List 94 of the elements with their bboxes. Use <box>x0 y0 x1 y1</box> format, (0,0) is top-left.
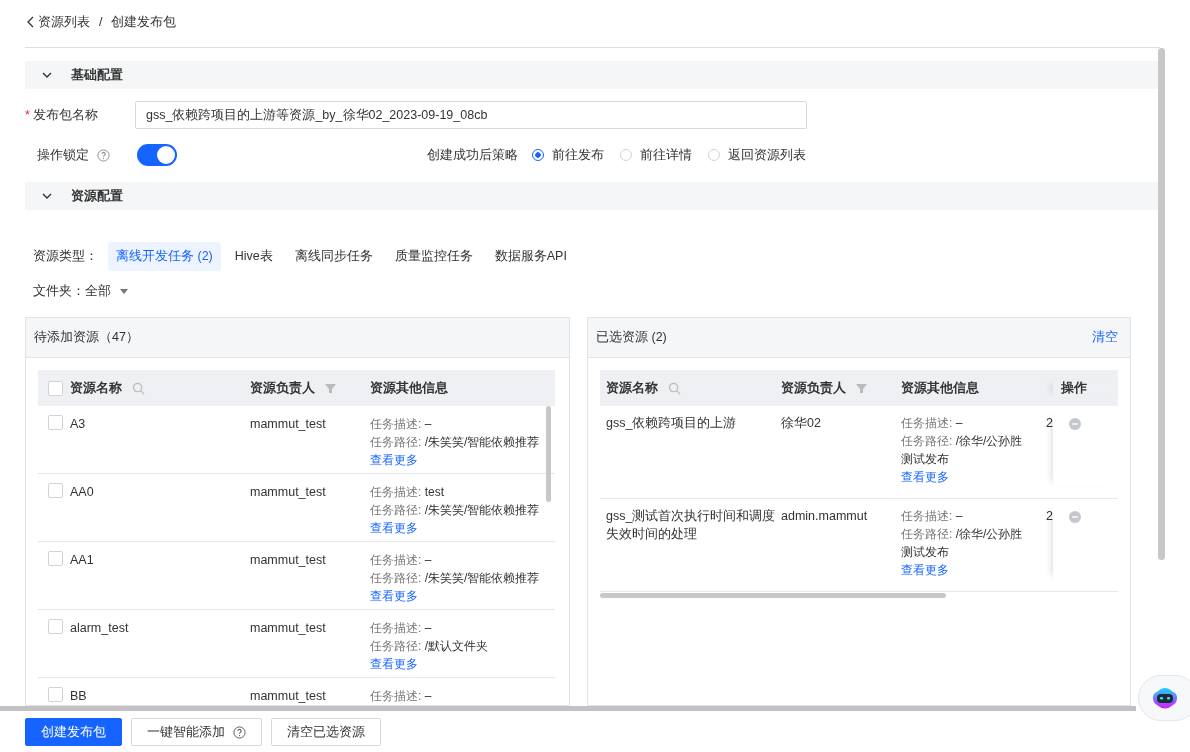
toggle-switch[interactable] <box>137 144 177 166</box>
table-cell: admin.mammut <box>781 509 868 523</box>
table-cell: 徐华02 <box>781 416 821 430</box>
info-line: 任务路径: /徐华/公孙胜测试发布 <box>901 433 1024 468</box>
field-label: 发布包名称 <box>32 107 98 122</box>
type-tab[interactable]: 离线同步任务 <box>286 242 381 271</box>
table-cell: mammut_test <box>250 485 326 499</box>
type-tab[interactable]: 质量监控任务 <box>386 242 481 271</box>
checkbox[interactable] <box>48 687 63 702</box>
checkbox[interactable] <box>48 619 63 634</box>
remove-icon[interactable] <box>1069 511 1081 523</box>
info-line: 任务描述: – <box>901 508 964 525</box>
checkbox[interactable] <box>48 380 63 396</box>
table-cell: AA1 <box>70 553 94 567</box>
remove-icon[interactable] <box>1069 418 1081 430</box>
clear-selected-button[interactable]: 清空已选资源 <box>271 718 381 746</box>
filter-icon[interactable] <box>325 382 336 394</box>
help-icon <box>233 725 246 739</box>
robot-icon <box>1151 686 1179 710</box>
table-cell: 2 <box>1046 509 1053 523</box>
more-link[interactable]: 查看更多 <box>370 519 555 537</box>
info-line: 任务路径: /徐华/公孙胜测试发布 <box>901 526 1024 561</box>
field-label: 文件夹： <box>33 282 85 300</box>
table-cell: BB <box>70 689 87 703</box>
info-line: 任务路径: /朱笑笑/智能依赖推荐 <box>370 570 541 587</box>
section-title: 资源配置 <box>71 187 123 205</box>
column-header: 资源负责人 <box>250 379 315 397</box>
radio-option[interactable]: 返回资源列表 <box>708 146 806 164</box>
section-header[interactable]: 资源配置 <box>25 182 1160 210</box>
smart-add-button[interactable]: 一键智能添加 <box>131 718 262 746</box>
column-header: 操作 <box>1061 379 1087 397</box>
breadcrumb-separator: / <box>99 15 103 29</box>
caret-icon <box>120 288 128 294</box>
table-cell: gss_依赖跨项目的上游 <box>606 416 737 430</box>
more-link[interactable]: 查看更多 <box>370 655 555 673</box>
section-header[interactable]: 基础配置 <box>25 61 1160 89</box>
table-cell: alarm_test <box>70 621 129 635</box>
table-cell: mammut_test <box>250 621 326 635</box>
search-icon[interactable] <box>132 381 145 395</box>
clear-link[interactable]: 清空 <box>1092 329 1118 346</box>
column-header: 资源名称 <box>70 379 122 397</box>
checkbox[interactable] <box>48 483 63 498</box>
filter-icon[interactable] <box>856 382 867 394</box>
type-tab[interactable]: 数据服务API <box>486 242 575 271</box>
info-line: 任务描述: – <box>901 415 964 432</box>
column-header: 资源其他信息 <box>901 379 979 397</box>
info-line: 任务路径: /朱笑笑/智能依赖推荐 <box>370 434 541 451</box>
column-header: 资源其他信息 <box>370 379 448 397</box>
type-tab[interactable]: 离线开发任务 (2) <box>108 242 221 271</box>
scrollbar[interactable] <box>600 593 946 598</box>
table-cell: A3 <box>70 417 86 431</box>
chevron-left-icon <box>27 16 35 28</box>
checkbox[interactable] <box>48 415 63 430</box>
help-icon <box>97 148 110 162</box>
info-line: 任务描述: test <box>370 484 446 501</box>
info-line: 任务路径: /默认文件夹 <box>370 638 489 655</box>
checkbox[interactable] <box>48 551 63 566</box>
scrollbar[interactable] <box>0 706 1136 711</box>
panel-title: 已选资源 (2) <box>596 329 667 346</box>
field-label: 操作锁定 <box>36 146 89 164</box>
info-line: 任务描述: – <box>370 552 433 569</box>
more-link[interactable]: 查看更多 <box>901 468 1032 486</box>
folder-select[interactable]: 全部 <box>85 282 128 300</box>
type-tab[interactable]: Hive表 <box>226 242 281 271</box>
column-header: 资源负责人 <box>781 379 846 397</box>
scrollbar[interactable] <box>1158 48 1165 560</box>
search-icon[interactable] <box>668 381 681 395</box>
scrollbar[interactable] <box>546 406 551 502</box>
column-header: 资源名称 <box>606 379 658 397</box>
table-cell: 2 <box>1046 416 1053 430</box>
more-link[interactable]: 查看更多 <box>370 587 555 605</box>
info-line: 任务路径: /朱笑笑/智能依赖推荐 <box>370 502 541 519</box>
radio-option[interactable]: 前往发布 <box>532 146 604 164</box>
breadcrumb-current: 创建发布包 <box>111 13 177 31</box>
required-mark: * <box>25 107 30 122</box>
field-label: 资源类型： <box>33 248 98 265</box>
radio-option[interactable]: 前往详情 <box>620 146 692 164</box>
create-button[interactable]: 创建发布包 <box>25 718 122 746</box>
info-line: 任务描述: – <box>370 620 433 637</box>
panel-title: 待添加资源（47） <box>34 329 139 346</box>
name-field[interactable]: gss_依赖跨项目的上游等资源_by_徐华02_2023-09-19_08cb <box>135 101 807 129</box>
assistant-button[interactable] <box>1138 675 1190 721</box>
table-cell: AA0 <box>70 485 94 499</box>
table-cell: mammut_test <box>250 689 326 703</box>
back-link[interactable]: 资源列表 <box>27 13 90 31</box>
info-line: 任务描述: – <box>370 416 433 433</box>
more-link[interactable]: 查看更多 <box>370 451 555 469</box>
section-title: 基础配置 <box>71 66 123 84</box>
table-cell: mammut_test <box>250 553 326 567</box>
info-line: 任务描述: – <box>370 688 433 705</box>
table-cell: gss_测试首次执行时间和调度失效时间的处理 <box>606 509 776 541</box>
more-link[interactable]: 查看更多 <box>901 561 1032 579</box>
field-label: 创建成功后策略 <box>427 146 518 164</box>
table-cell: mammut_test <box>250 417 326 431</box>
